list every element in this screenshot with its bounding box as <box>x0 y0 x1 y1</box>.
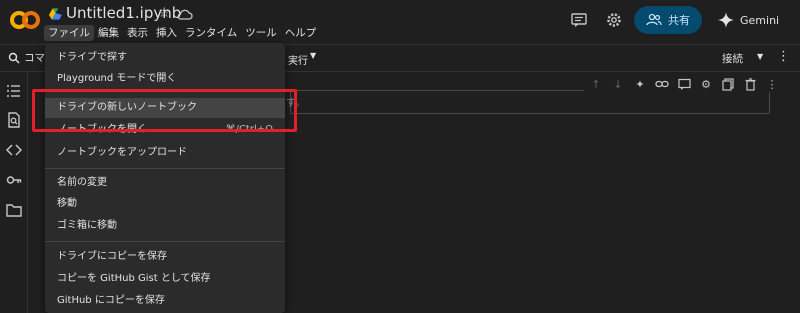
menu-upload-notebook[interactable]: ノートブックをアップロード <box>45 143 285 163</box>
left-sidebar <box>0 72 28 313</box>
search-icon <box>8 52 20 63</box>
drive-icon <box>49 8 62 20</box>
menu-rename[interactable]: 名前の変更 <box>45 173 285 193</box>
menu-tools[interactable]: ツール <box>241 25 281 41</box>
menu-divider <box>45 241 285 242</box>
gemini-spark-icon <box>718 12 734 28</box>
gemini-label: Gemini <box>740 13 780 27</box>
menu-move[interactable]: 移動 <box>45 194 285 214</box>
menu-edit[interactable]: 編集 <box>94 25 123 41</box>
key-icon[interactable] <box>6 172 22 188</box>
menu-insert[interactable]: 挿入 <box>152 25 181 41</box>
menu-open-in-drive[interactable]: ドライブで探す <box>45 48 285 68</box>
arrow-down-icon[interactable]: ↓ <box>610 76 626 92</box>
comment-icon[interactable] <box>570 11 588 29</box>
people-icon <box>646 13 662 26</box>
folder-icon[interactable] <box>6 202 22 218</box>
gemini-button[interactable]: Gemini <box>714 6 794 34</box>
gear-icon[interactable]: ⚙ <box>698 76 714 92</box>
cloud-icon[interactable] <box>177 8 193 20</box>
menu-open-in-playground[interactable]: Playground モードで開く <box>45 69 285 89</box>
menu-save-copy-as-gist[interactable]: コピーを GitHub Gist として保存 <box>45 269 285 289</box>
command-search[interactable]: コマ <box>8 50 45 65</box>
colab-logo-icon[interactable] <box>9 9 41 31</box>
menu-divider <box>45 168 285 169</box>
code-icon[interactable] <box>6 142 22 158</box>
command-search-label: コマ <box>24 52 45 64</box>
run-all-label[interactable]: 実行 <box>288 52 308 67</box>
menu-save-copy-to-github[interactable]: GitHub にコピーを保存 <box>45 291 285 311</box>
menubar: ファイル 編集 表示 挿入 ランタイム ツール ヘルプ <box>44 25 320 41</box>
menu-view[interactable]: 表示 <box>123 25 152 41</box>
link-icon[interactable] <box>654 76 670 92</box>
more-vert-icon[interactable]: ⋮ <box>764 76 780 92</box>
comment-icon[interactable] <box>676 76 692 92</box>
arrow-up-icon[interactable]: ↑ <box>588 76 604 92</box>
gear-icon[interactable] <box>605 11 623 29</box>
chevron-down-icon[interactable]: ▼ <box>757 52 763 61</box>
find-in-page-icon[interactable] <box>6 112 22 128</box>
more-vert-icon[interactable]: ⋮ <box>777 49 790 64</box>
star-icon[interactable]: ☆ <box>158 5 171 21</box>
menu-move-to-trash[interactable]: ゴミ箱に移動 <box>45 216 285 236</box>
table-of-contents-icon[interactable] <box>6 83 22 99</box>
connect-button[interactable]: 接続 <box>722 51 743 66</box>
code-cell[interactable] <box>290 90 770 114</box>
cell-toolbar: ↑ ↓ ✦ ⚙ ⋮ <box>584 76 784 92</box>
gemini-spark-icon[interactable]: ✦ <box>632 76 648 92</box>
app-header: Untitled1.ipynb ☆ ファイル 編集 表示 挿入 ランタイム ツー… <box>0 0 800 44</box>
share-label: 共有 <box>668 14 690 27</box>
mirror-cell-icon[interactable] <box>720 76 736 92</box>
highlight-annotation-box <box>32 89 297 132</box>
delete-icon[interactable] <box>742 76 758 92</box>
chevron-down-icon[interactable]: ▼ <box>310 51 316 60</box>
menu-save-copy-in-drive[interactable]: ドライブにコピーを保存 <box>45 247 285 267</box>
share-button[interactable]: 共有 <box>634 6 702 34</box>
menu-help[interactable]: ヘルプ <box>281 25 321 41</box>
file-menu-dropdown: ドライブで探す Playground モードで開く ドライブの新しいノートブック… <box>45 43 285 313</box>
menu-file[interactable]: ファイル <box>44 25 94 41</box>
menu-runtime[interactable]: ランタイム <box>181 25 241 41</box>
